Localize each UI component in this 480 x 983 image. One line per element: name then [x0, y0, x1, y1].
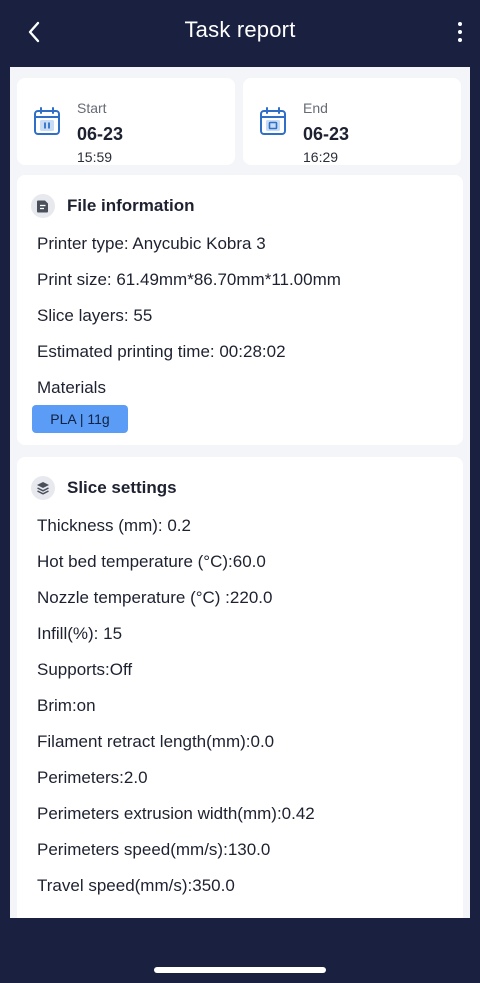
file-information-rows: Printer type: Anycubic Kobra 3 Print siz… [37, 226, 341, 406]
file-information-header: File information [31, 193, 195, 219]
file-information-title: File information [67, 196, 195, 215]
perimeters-extrusion-width: Perimeters extrusion width(mm):0.42 [37, 804, 315, 823]
material-tag: PLA | 11g [32, 405, 128, 433]
slice-settings-card: Slice settings Thickness (mm): 0.2 Hot b… [17, 457, 463, 918]
thickness: Thickness (mm): 0.2 [37, 516, 191, 535]
slice-settings-rows: Thickness (mm): 0.2 Hot bed temperature … [37, 508, 315, 904]
supports: Supports:Off [37, 660, 133, 679]
start-date: 06-23 [77, 124, 124, 144]
nozzle-temperature: Nozzle temperature (°C) :220.0 [37, 588, 273, 607]
infill: Infill(%): 15 [37, 624, 123, 643]
estimated-printing-time: Estimated printing time: 00:28:02 [37, 342, 286, 361]
bottom-area [0, 918, 480, 983]
printer-type: Printer type: Anycubic Kobra 3 [37, 234, 266, 253]
calendar-stop-icon [260, 107, 286, 135]
materials-label: Materials [37, 378, 106, 397]
slice-settings-title: Slice settings [67, 478, 177, 497]
end-label: End [303, 100, 328, 116]
document-icon [31, 194, 55, 218]
start-time: 15:59 [77, 149, 113, 165]
calendar-pause-icon [34, 107, 60, 135]
page-title: Task report [184, 17, 296, 42]
end-date: 06-23 [303, 124, 350, 144]
end-time-card: End 06-23 16:29 [243, 78, 461, 165]
start-label: Start [77, 100, 107, 116]
end-time: 16:29 [303, 149, 339, 165]
print-size: Print size: 61.49mm*86.70mm*11.00mm [37, 270, 341, 289]
perimeters-speed: Perimeters speed(mm/s):130.0 [37, 840, 271, 859]
brim: Brim:on [37, 696, 96, 715]
layers-icon [31, 476, 55, 500]
more-button[interactable] [450, 16, 470, 48]
file-information-card: File information Printer type: Anycubic … [17, 175, 463, 445]
home-indicator[interactable] [154, 967, 326, 973]
perimeters: Perimeters:2.0 [37, 768, 148, 787]
slice-settings-header: Slice settings [31, 475, 177, 501]
filament-retract-length: Filament retract length(mm):0.0 [37, 732, 275, 751]
top-bar: Task report [0, 0, 480, 66]
start-time-card: Start 06-23 15:59 [17, 78, 235, 165]
hot-bed-temperature: Hot bed temperature (°C):60.0 [37, 552, 266, 571]
travel-speed: Travel speed(mm/s):350.0 [37, 876, 235, 895]
slice-layers: Slice layers: 55 [37, 306, 153, 325]
more-vertical-icon [458, 22, 462, 26]
report-panel: Start 06-23 15:59 End 06-23 16:29 File i… [10, 67, 470, 918]
